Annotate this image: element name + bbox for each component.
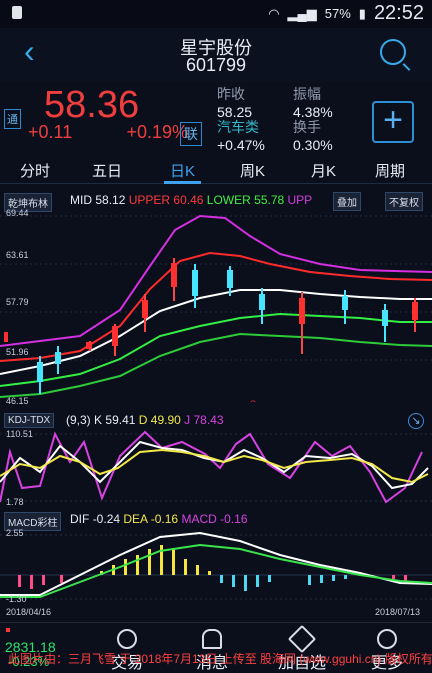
dea-value: -0.16: [150, 512, 179, 526]
lower-value: 55.78: [254, 193, 285, 207]
exchange-tag: 通: [4, 109, 21, 129]
price-tick-2: 63.61: [6, 250, 29, 260]
last-price: 58.36: [44, 84, 140, 126]
quote-panel: 通 58.36 +0.11 +0.19% 联 昨收 58.25 振幅 4.38% 汽车…: [0, 82, 432, 155]
macd-value: -0.16: [220, 512, 248, 526]
d-value: 49.90: [150, 413, 181, 427]
add-watchlist-button[interactable]: +: [372, 101, 414, 143]
price-tick-3: 57.79: [6, 297, 29, 307]
index-indicator-icon: [6, 628, 10, 632]
kdj-settings-icon[interactable]: ↘: [408, 413, 424, 429]
notification-icon: [12, 6, 22, 19]
title-bar: ‹ 星宇股份 601799: [0, 28, 432, 82]
macd-values: DIF -0.24 DEA -0.16 MACD -0.16: [70, 512, 248, 526]
kdj-params: (9,3): [66, 413, 91, 427]
kdj-tick-top: 110.51: [6, 429, 33, 439]
date-end: 2018/07/13: [375, 607, 421, 617]
more-icon: [377, 629, 397, 649]
svg-text:S: S: [250, 399, 256, 402]
macd-tick-top: 2.55: [6, 528, 24, 538]
macd-tick-bottom: -1.30: [6, 594, 27, 604]
clock: 22:52: [373, 2, 424, 24]
upper-label: UPPER: [128, 193, 171, 207]
price-tick-5: 46.15: [6, 396, 29, 406]
mid-value: 58.12: [95, 193, 126, 207]
watermark: 此图片由：三月飞雪 于 2018年7月13日 上传至 股海网 (www.gguh…: [8, 652, 432, 666]
macd-label: MACD: [181, 512, 217, 526]
dea-label: DEA: [123, 512, 148, 526]
status-bar: ◠ ▂▄▆ 57% ▮ 22:52: [0, 0, 432, 28]
yuan-icon: [117, 629, 137, 649]
search-icon[interactable]: [380, 39, 406, 65]
price-tick-1: 69.44: [6, 208, 29, 218]
tab-period[interactable]: 周期: [375, 160, 405, 181]
battery-percent: 57%: [324, 6, 351, 21]
upp-label: UPP: [287, 193, 313, 207]
prev-close: 昨收 58.25: [217, 86, 253, 120]
wifi-icon: ◠: [268, 5, 280, 21]
tab-five-day[interactable]: 五日: [92, 160, 122, 181]
k-label: K: [94, 413, 103, 427]
upper-value: 60.46: [173, 193, 204, 207]
candlestick-chart[interactable]: S: [0, 206, 432, 402]
tab-daily-k[interactable]: 日K: [164, 160, 202, 184]
dif-value: -0.24: [92, 512, 121, 526]
lower-label: LOWER: [206, 193, 251, 207]
sector-change[interactable]: 汽车类 +0.47%: [217, 117, 265, 153]
tab-intraday[interactable]: 分时: [20, 160, 50, 181]
kdj-tick-bottom: 1.78: [6, 497, 24, 507]
k-value: 59.41: [105, 413, 136, 427]
tab-monthly-k[interactable]: 月K: [311, 160, 336, 181]
mid-label: MID: [70, 193, 92, 207]
kdj-indicator-button[interactable]: KDJ-TDX: [4, 413, 55, 428]
bell-icon: [202, 629, 222, 649]
price-change: +0.11 +0.19%: [28, 122, 188, 143]
tab-weekly-k[interactable]: 周K: [240, 160, 265, 181]
stock-code: 601799: [185, 55, 247, 75]
change-value: +0.11: [28, 122, 73, 142]
date-start: 2018/04/16: [6, 607, 52, 617]
j-value: 78.43: [193, 413, 224, 427]
period-tabs: 分时 五日 日K 周K 月K 周期: [0, 160, 432, 184]
kdj-values: (9,3) K 59.41 D 49.90 J 78.43: [66, 413, 224, 427]
signal-icon: ▂▄▆: [287, 5, 317, 21]
linked-stock-button[interactable]: 联: [180, 122, 202, 146]
change-percent: +0.19%: [126, 122, 188, 142]
kdj-chart[interactable]: [0, 428, 432, 508]
d-label: D: [138, 413, 148, 427]
amplitude: 振幅 4.38%: [293, 86, 333, 120]
battery-icon: ▮: [358, 5, 366, 21]
turnover: 换手 0.30%: [293, 119, 333, 153]
j-label: J: [184, 413, 191, 427]
bollinger-values: MID 58.12 UPPER 60.46 LOWER 55.78 UPP: [70, 193, 312, 207]
macd-chart[interactable]: [0, 527, 432, 605]
dif-label: DIF: [70, 512, 90, 526]
price-tick-4: 51.96: [6, 347, 29, 357]
